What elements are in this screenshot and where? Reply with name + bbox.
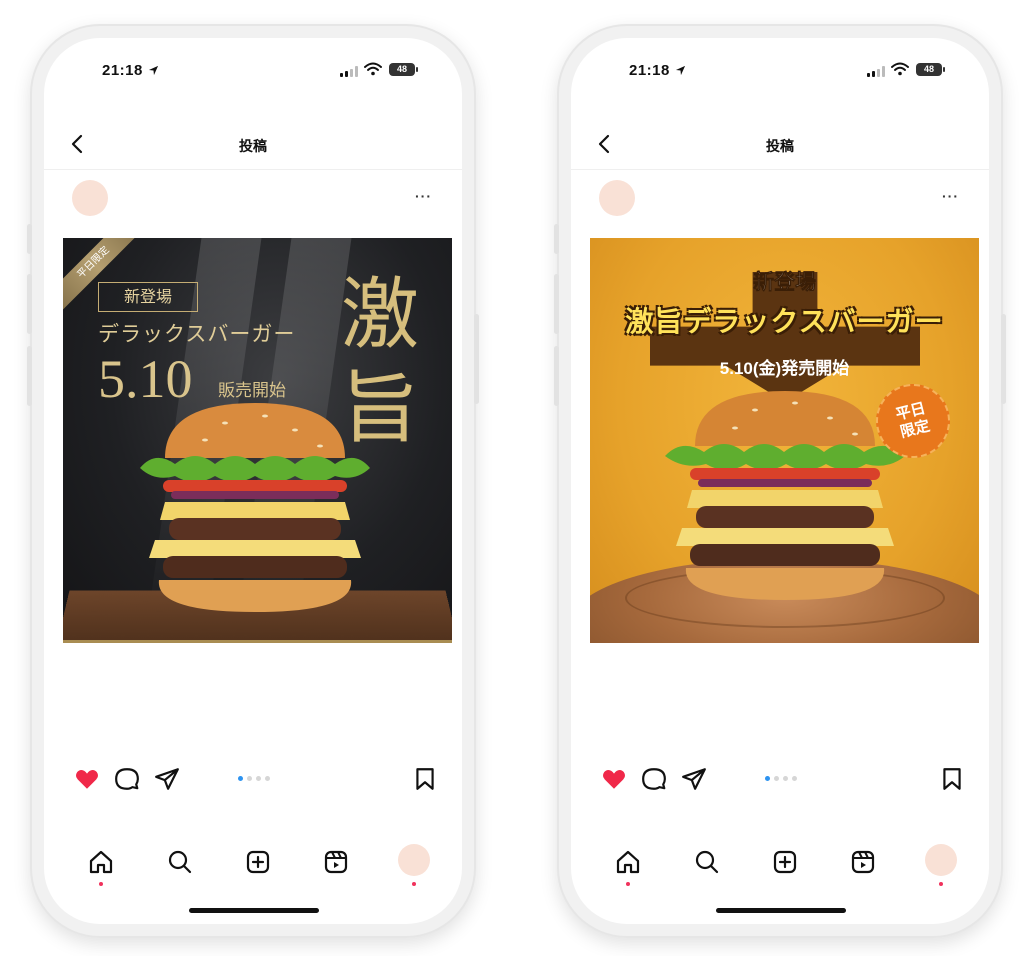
page-title: 投稿 <box>239 138 267 154</box>
author-avatar[interactable] <box>72 180 108 216</box>
carousel-dot[interactable] <box>783 776 788 781</box>
search-icon[interactable] <box>693 848 721 876</box>
send-paper-plane-icon[interactable] <box>681 766 707 792</box>
power-button <box>474 314 479 404</box>
profile-notification-dot <box>412 882 416 886</box>
release-date: 5.10(金)発売開始 <box>719 359 850 378</box>
search-icon[interactable] <box>166 848 194 876</box>
more-options-icon[interactable]: ··· <box>415 188 432 204</box>
reels-icon[interactable] <box>322 848 350 876</box>
profile-avatar[interactable] <box>925 844 957 876</box>
volume-down-button <box>27 346 32 406</box>
phone-left: 21:18 48 投稿 ··· 平日限定 新登場 デラックスバーガー 5.10 … <box>27 24 479 938</box>
volume-up-button <box>554 274 559 334</box>
phone-screen: 21:18 48 投稿 ··· <box>44 38 462 924</box>
mute-switch <box>27 224 32 254</box>
location-arrow-icon <box>148 65 159 76</box>
carousel-dot-active[interactable] <box>765 776 770 781</box>
post-header: ··· <box>571 178 989 222</box>
reels-icon[interactable] <box>849 848 877 876</box>
post-image-yellow-poster[interactable]: 新登場 激旨デラックスバーガー 5.10(金)発売開始 平日 限定 <box>590 238 979 643</box>
new-badge: 新登場 <box>753 271 817 295</box>
stamp-text: 平日 限定 <box>894 399 932 442</box>
profile-avatar[interactable] <box>398 844 430 876</box>
status-bar: 21:18 48 <box>44 38 462 118</box>
comparison-stage: 21:18 48 投稿 ··· 平日限定 新登場 デラックスバーガー 5.10 … <box>0 0 1021 956</box>
home-icon[interactable] <box>87 848 115 876</box>
post-navbar: 投稿 <box>44 118 462 170</box>
page-title: 投稿 <box>766 138 794 154</box>
home-indicator[interactable] <box>189 908 319 913</box>
bottom-tab-bar <box>571 844 989 894</box>
mute-switch <box>554 224 559 254</box>
post-actions <box>571 766 989 796</box>
send-paper-plane-icon[interactable] <box>154 766 180 792</box>
home-icon[interactable] <box>614 848 642 876</box>
carousel-dot[interactable] <box>256 776 261 781</box>
carousel-dot[interactable] <box>265 776 270 781</box>
post-actions <box>44 766 462 796</box>
post-header: ··· <box>44 178 462 222</box>
carousel-dot[interactable] <box>774 776 779 781</box>
cellular-signal-icon <box>340 66 358 77</box>
carousel-dot[interactable] <box>792 776 797 781</box>
wifi-icon <box>891 62 909 76</box>
home-notification-dot <box>99 882 103 886</box>
phone-screen: 21:18 48 投稿 ··· <box>571 38 989 924</box>
bottom-tab-bar <box>44 844 462 894</box>
wifi-icon <box>364 62 382 76</box>
author-avatar[interactable] <box>599 180 635 216</box>
post-navbar: 投稿 <box>571 118 989 170</box>
comment-bubble-icon[interactable] <box>114 766 140 792</box>
carousel-dot-active[interactable] <box>238 776 243 781</box>
status-bar: 21:18 48 <box>571 38 989 118</box>
post-image-dark-poster[interactable]: 平日限定 新登場 デラックスバーガー 5.10 販売開始 激旨 <box>63 238 452 643</box>
profile-notification-dot <box>939 882 943 886</box>
heart-filled-icon[interactable] <box>601 766 627 792</box>
carousel-dot[interactable] <box>247 776 252 781</box>
bookmark-icon[interactable] <box>412 766 438 792</box>
heart-filled-icon[interactable] <box>74 766 100 792</box>
poster-frame <box>63 238 452 643</box>
home-notification-dot <box>626 882 630 886</box>
home-indicator[interactable] <box>716 908 846 913</box>
carousel-dots[interactable] <box>765 776 797 781</box>
bookmark-icon[interactable] <box>939 766 965 792</box>
battery-icon: 48 <box>389 63 418 76</box>
battery-icon: 48 <box>916 63 945 76</box>
cellular-signal-icon <box>867 66 885 77</box>
more-options-icon[interactable]: ··· <box>942 188 959 204</box>
product-name: 激旨デラックスバーガー <box>625 306 944 337</box>
plus-square-icon[interactable] <box>771 848 799 876</box>
phone-right: 21:18 48 投稿 ··· 新登場 激旨デラックスバーガー 5.10(金)発… <box>554 24 1006 938</box>
carousel-dots[interactable] <box>238 776 270 781</box>
status-time: 21:18 <box>102 62 143 79</box>
comment-bubble-icon[interactable] <box>641 766 667 792</box>
location-arrow-icon <box>675 65 686 76</box>
plus-square-icon[interactable] <box>244 848 272 876</box>
power-button <box>1001 314 1006 404</box>
volume-up-button <box>27 274 32 334</box>
status-time: 21:18 <box>629 62 670 79</box>
burger-illustration <box>665 391 905 600</box>
volume-down-button <box>554 346 559 406</box>
